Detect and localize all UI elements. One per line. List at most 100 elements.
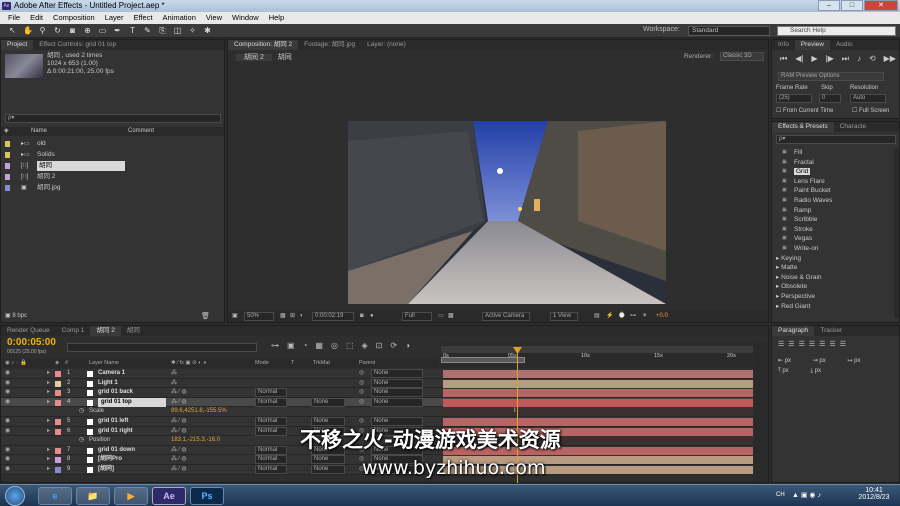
indent-right-unit[interactable]: px [819,358,825,364]
layer-row[interactable]: ◉ ▸ 2 Light 1 ⁂ ◎ None [1,378,753,389]
layer-switches-icon[interactable]: ⁂ ⁄ ◍ [171,446,187,456]
camera-view-select[interactable]: Active Camera [482,312,530,321]
layer-label-color[interactable] [55,428,61,435]
justify-left-icon[interactable]: ☰ [809,340,815,348]
stopwatch-icon[interactable]: ◷ [79,407,84,417]
expand-arrow-icon[interactable]: ▸ [47,369,50,379]
breadcrumb-item[interactable]: 胡同 [274,54,296,61]
resolution-select-preview[interactable]: Auto [850,94,886,103]
snapshot-icon[interactable]: ◐ [300,311,304,322]
effect-item[interactable]: ▣ Vegas [772,234,892,244]
parent-select[interactable]: None [371,378,423,388]
timeline-scrollbar[interactable] [754,343,768,481]
visibility-eye-icon[interactable]: ◉ [5,455,10,465]
align-left-icon[interactable]: ☰ [778,340,784,348]
graph-editor-icon[interactable]: ⊡ [376,341,383,350]
blend-mode-select[interactable]: Normal [255,464,287,474]
property-value[interactable]: 183.1,-215.3,-16.0 [171,436,220,446]
align-center-icon[interactable]: ☰ [788,340,794,348]
layer-name[interactable]: grid 01 left [98,417,128,427]
effect-item[interactable]: ▣ Lens Flare [772,177,892,187]
puppet-tool-icon[interactable]: ✱ [203,26,212,35]
comp-viewer-image[interactable] [348,121,666,304]
layer-switches-icon[interactable]: ⁂ ⁄ ◍ [171,427,187,437]
project-item[interactable]: [∷] 胡同 2 [1,172,224,183]
layer-label-color[interactable] [55,399,61,406]
pick-whip-icon[interactable]: ◎ [359,388,364,398]
tab-layer[interactable]: Layer: (none) [361,40,412,50]
full-screen-checkbox[interactable]: ☐ Full Screen [852,107,889,114]
camera-tool-icon[interactable]: ◙ [68,26,77,35]
layer-name[interactable]: [胡同Pro [98,455,122,465]
effect-category[interactable]: ▸ Perspective [772,292,892,302]
prev-frame-icon[interactable]: ◀| [795,54,803,64]
col-comment[interactable]: Comment [128,127,154,136]
skip-select[interactable]: 0 [819,94,841,103]
resolution-select[interactable]: Full [402,312,432,321]
effect-category[interactable]: ▸ Noise & Grain [772,273,892,283]
menu-window[interactable]: Window [227,12,264,24]
clone-tool-icon[interactable]: ⎘ [158,26,167,36]
live-update-icon[interactable]: ⟳ [390,341,397,350]
effect-item[interactable]: ▣ Fill [772,148,892,158]
next-frame-icon[interactable]: |▶ [826,54,834,64]
motion-blur-icon[interactable]: ◎ [331,341,338,350]
zoom-tool-icon[interactable]: ⚲ [38,26,47,35]
tab-info[interactable]: Info [772,40,795,50]
roto-tool-icon[interactable]: ✧ [188,26,197,35]
menu-view[interactable]: View [201,12,227,24]
item-label-color[interactable] [5,163,10,169]
tab-audio[interactable]: Audio [830,40,859,50]
blend-mode-select[interactable]: Normal [255,416,287,426]
blend-mode-select[interactable]: Normal [255,426,287,436]
ie-taskbar-icon[interactable]: e [38,487,72,505]
menu-animation[interactable]: Animation [158,12,201,24]
menu-help[interactable]: Help [264,12,289,24]
play-icon[interactable]: ▶ [811,54,817,64]
layer-row[interactable]: ◉ ▸ 4 grid 01 top ⁂ ⁄ ◍ Normal None ◎ None [1,397,753,408]
col-parent[interactable]: Parent [359,359,375,368]
col-layer-name[interactable]: Layer Name [89,359,119,368]
layer-switches-icon[interactable]: ⁂ ⁄ ◍ [171,465,187,475]
expand-arrow-icon[interactable]: ▸ [47,455,50,465]
flowchart-icon[interactable]: ⊶ [630,311,636,322]
layer-name[interactable]: grid 01 down [98,446,135,456]
comp-mini-flowchart-icon[interactable]: ⊶ [271,341,279,350]
grid-icon[interactable]: ⊞ [290,311,295,322]
expand-arrow-icon[interactable]: ▸ [47,446,50,456]
parent-select[interactable]: None [371,369,423,378]
pick-whip-icon[interactable]: ◎ [359,369,364,379]
expand-arrow-icon[interactable]: ▸ [47,388,50,398]
col-mode[interactable]: Mode [255,359,269,368]
parent-select[interactable]: None [371,388,423,398]
justify-all-icon[interactable]: ☰ [840,340,846,348]
hand-tool-icon[interactable]: ✋ [23,26,33,35]
space-after-unit[interactable]: px [815,368,821,374]
text-tool-icon[interactable]: T [128,26,137,35]
close-button[interactable]: ✕ [864,0,898,11]
menu-composition[interactable]: Composition [48,12,100,24]
layer-label-color[interactable] [55,390,61,397]
blend-mode-select[interactable]: Normal [255,397,287,407]
project-item[interactable]: [∷] 胡同 [1,161,224,172]
layer-duration-bar[interactable] [443,389,753,398]
effect-item[interactable]: ▣ Scribble [772,215,892,225]
visibility-eye-icon[interactable]: ◉ [5,446,10,456]
draft-3d-icon[interactable]: ▣ [287,341,295,350]
property-track[interactable] [441,408,753,417]
camera-snapshot-icon[interactable]: ◙ [360,311,364,322]
workspace-select[interactable]: Standard [688,26,770,36]
expand-arrow-icon[interactable]: ▸ [47,398,50,408]
tray-icons[interactable]: ▲ ▣ ◉ ♪ [792,491,821,499]
tab-effect-controls[interactable]: Effect Controls: grid 01 top [33,40,122,50]
col-t[interactable]: T [291,359,294,368]
tab-preview[interactable]: Preview [794,40,830,50]
time-ruler[interactable]: 0s 05s 10s 15s 20s [441,343,753,368]
effect-category[interactable]: ▸ Obsolete [772,282,892,292]
layer-switches-icon[interactable]: ⁂ ⁄ ◍ [171,388,187,398]
exposure-value[interactable]: +0.0 [656,311,668,322]
photoshop-taskbar-icon[interactable]: Ps [190,487,224,505]
effect-item[interactable]: ▣ Paint Bucket [772,186,892,196]
blend-mode-select[interactable]: Normal [255,388,287,398]
layer-label-color[interactable] [55,466,61,473]
